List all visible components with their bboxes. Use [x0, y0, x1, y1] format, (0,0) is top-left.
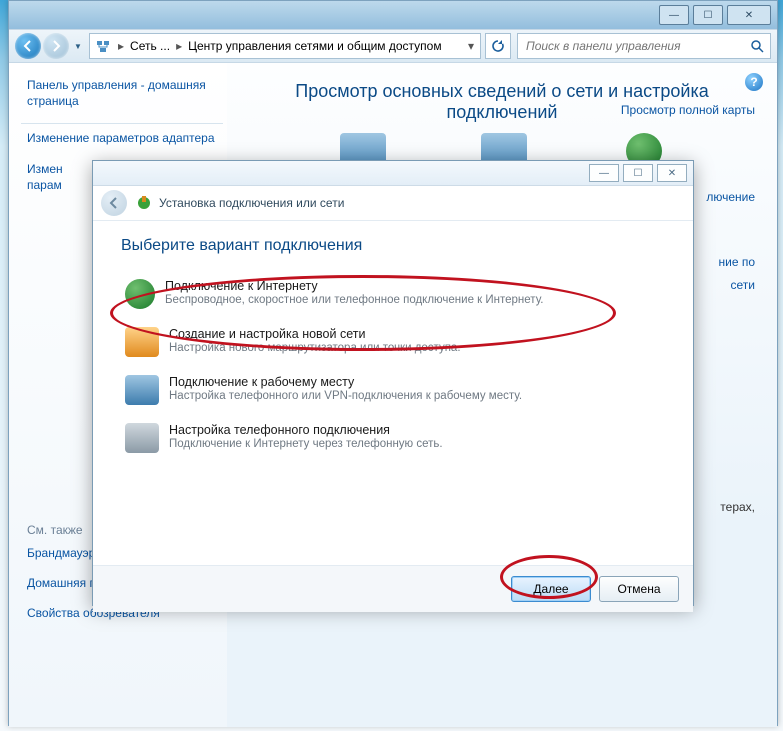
divider: [21, 123, 223, 124]
help-icon[interactable]: ?: [745, 73, 763, 91]
wizard-heading: Выберите вариант подключения: [121, 237, 665, 255]
wizard-header: Установка подключения или сети: [93, 186, 693, 221]
breadcrumb-seg-network[interactable]: Сеть ...: [126, 39, 174, 53]
option-workplace[interactable]: Подключение к рабочему месту Настройка т…: [121, 369, 665, 411]
wizard-body: Выберите вариант подключения Подключение…: [93, 221, 693, 565]
option-desc: Подключение к Интернету через телефонную…: [169, 438, 443, 450]
option-new-network[interactable]: Создание и настройка новой сети Настройк…: [121, 321, 665, 363]
refresh-button[interactable]: [485, 33, 511, 59]
option-internet[interactable]: Подключение к Интернету Беспроводное, ск…: [121, 273, 665, 315]
wizard-caption: Установка подключения или сети: [159, 196, 344, 210]
full-map-link[interactable]: Просмотр полной карты: [621, 103, 755, 117]
nav-history-dropdown[interactable]: ▼: [71, 33, 85, 59]
cancel-button[interactable]: Отмена: [599, 576, 679, 602]
chevron-down-icon[interactable]: ▾: [466, 39, 476, 53]
option-desc: Настройка нового маршрутизатора или точк…: [169, 342, 461, 354]
building-icon: [125, 375, 159, 405]
sidebar-adapter-settings[interactable]: Изменение параметров адаптера: [27, 130, 217, 146]
sidebar-home[interactable]: Панель управления - домашняя страница: [27, 77, 217, 109]
titlebar: — ☐ ✕: [9, 1, 777, 29]
option-title: Подключение к Интернету: [165, 279, 544, 293]
search-icon[interactable]: [751, 40, 764, 53]
option-title: Подключение к рабочему месту: [169, 375, 522, 389]
wizard-minimize-button[interactable]: —: [589, 164, 619, 182]
option-desc: Беспроводное, скоростное или телефонное …: [165, 294, 544, 306]
wizard-dialog: — ☐ ✕ Установка подключения или сети Выб…: [92, 160, 694, 606]
search-box[interactable]: [517, 33, 771, 59]
wizard-maximize-button[interactable]: ☐: [623, 164, 653, 182]
router-icon: [125, 327, 159, 357]
minimize-button[interactable]: —: [659, 5, 689, 25]
next-button[interactable]: Далее: [511, 576, 591, 602]
nav-forward-button[interactable]: [43, 33, 69, 59]
maximize-button[interactable]: ☐: [693, 5, 723, 25]
truncated-link-area: лючение ние по сети терах,: [706, 248, 755, 519]
option-title: Настройка телефонного подключения: [169, 423, 443, 437]
wizard-back-button[interactable]: [101, 190, 127, 216]
breadcrumb[interactable]: ▸ Сеть ... ▸ Центр управления сетями и о…: [89, 33, 481, 59]
chevron-right-icon: ▸: [116, 39, 126, 53]
network-icon: [94, 37, 112, 55]
address-bar: ▼ ▸ Сеть ... ▸ Центр управления сетями и…: [9, 29, 777, 63]
option-title: Создание и настройка новой сети: [169, 327, 461, 341]
option-dialup[interactable]: Настройка телефонного подключения Подклю…: [121, 417, 665, 459]
wizard-app-icon: [135, 194, 153, 212]
wizard-footer: Далее Отмена: [93, 565, 693, 612]
search-input[interactable]: [524, 38, 751, 54]
phone-icon: [125, 423, 159, 453]
wizard-close-button[interactable]: ✕: [657, 164, 687, 182]
option-desc: Настройка телефонного или VPN-подключени…: [169, 390, 522, 402]
nav-back-button[interactable]: [15, 33, 41, 59]
globe-icon: [125, 279, 155, 309]
chevron-right-icon: ▸: [174, 39, 184, 53]
breadcrumb-seg-center[interactable]: Центр управления сетями и общим доступом: [184, 39, 446, 53]
wizard-titlebar: — ☐ ✕: [93, 161, 693, 186]
close-button[interactable]: ✕: [727, 5, 771, 25]
